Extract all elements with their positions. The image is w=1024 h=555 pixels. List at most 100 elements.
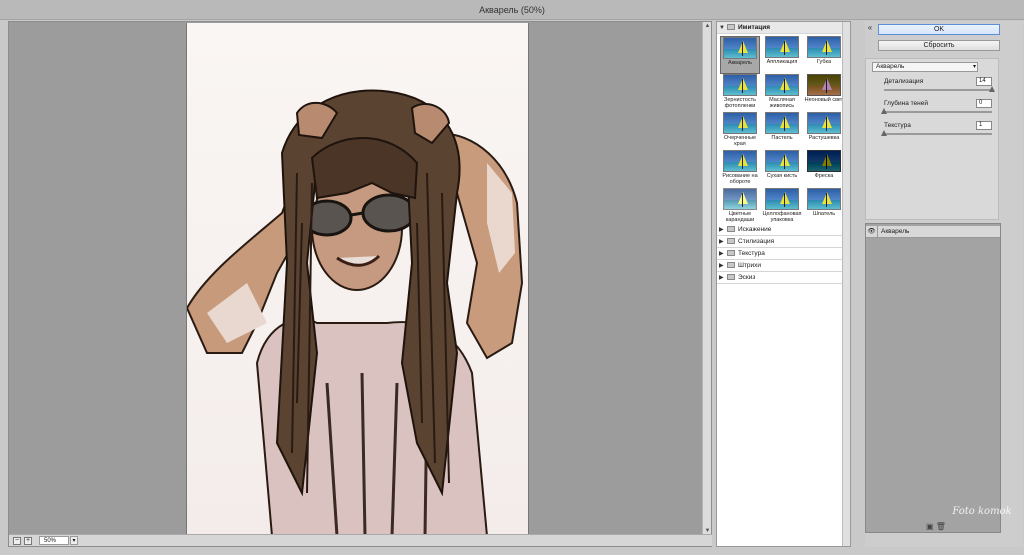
window-title: Акварель (50%) (479, 5, 545, 15)
trash-icon[interactable]: 🗑 (936, 522, 946, 531)
effect-layer-row[interactable]: 👁 Акварель (866, 226, 1000, 238)
folder-icon (727, 24, 735, 30)
filter-thumb-label: Целлофановая упаковка (762, 211, 802, 223)
filter-thumb-poster-edges[interactable]: Очерченные края (720, 112, 760, 150)
folder-icon (727, 238, 735, 244)
filter-thumbnail-image (723, 74, 757, 96)
filter-thumb-cutout[interactable]: Аппликация (762, 36, 802, 74)
collapse-gallery-icon[interactable]: « (865, 23, 875, 33)
slider-knob-icon[interactable] (881, 108, 887, 114)
filter-select-value: Акварель (876, 63, 905, 70)
expand-right-icon: ▶ (719, 251, 724, 257)
filter-thumb-colored-pencil[interactable]: Цветные карандаши (720, 188, 760, 226)
filter-thumb-label: Зернистость фотопленки (724, 97, 756, 109)
filter-thumb-rough-pastels[interactable]: Пастель (762, 112, 802, 150)
filter-thumb-underpainting[interactable]: Рисование на обороте (720, 150, 760, 188)
window-title-bar: Акварель (50%) (0, 0, 1024, 20)
scroll-up-arrow-icon[interactable]: ▲ (704, 22, 711, 30)
expand-right-icon: ▶ (719, 239, 724, 245)
filter-thumbnail-image (765, 188, 799, 210)
zoom-bar: − + 50% ▾ (9, 534, 712, 546)
category-label: Эскиз (738, 274, 756, 281)
category-sketch[interactable]: ▶ Эскиз (717, 272, 843, 284)
param-slider-track[interactable] (884, 133, 992, 135)
zoom-out-button[interactable]: − (13, 537, 21, 545)
category-stylize[interactable]: ▶ Стилизация (717, 236, 843, 248)
category-label: Стилизация (738, 238, 775, 245)
expand-right-icon: ▶ (719, 275, 724, 281)
filter-thumbnail-image (807, 74, 841, 96)
folder-icon (727, 262, 735, 268)
param-slider-track[interactable] (884, 89, 992, 91)
category-artistic[interactable]: ▼ Имитация (717, 22, 843, 34)
eye-icon[interactable]: 👁 (866, 226, 878, 238)
expand-right-icon: ▶ (719, 227, 724, 233)
filter-thumb-label: Губка (816, 59, 832, 65)
filter-thumb-sponge[interactable]: Губка (804, 36, 844, 74)
param-shadow-intensity: Глубина теней 0 (881, 99, 992, 120)
filter-thumbnail-image (723, 188, 757, 210)
effect-layers: 👁 Акварель ▣ 🗑 (865, 223, 1001, 533)
filter-select[interactable]: Акварель ▾ (872, 62, 978, 72)
folder-icon (727, 250, 735, 256)
filter-thumb-film-grain[interactable]: Зернистость фотопленки (720, 74, 760, 112)
filter-thumb-label: Фреска (814, 173, 834, 179)
filter-thumb-label: Пастель (771, 135, 793, 141)
watercolor-portrait-illustration (187, 23, 528, 536)
filter-thumb-label: Растушевка (808, 135, 840, 141)
category-distort[interactable]: ▶ Искажение (717, 224, 843, 236)
category-label: Имитация (738, 24, 771, 31)
filter-thumb-watercolor[interactable]: Акварель (720, 36, 760, 74)
new-layer-icon[interactable]: ▣ (926, 522, 934, 531)
param-value-input[interactable]: 1 (976, 121, 992, 130)
filter-thumb-label: Очерченные края (723, 135, 757, 147)
filter-thumb-label: Акварель (727, 60, 752, 66)
filter-thumb-label: Рисование на обороте (722, 173, 758, 185)
filter-thumb-palette-knife[interactable]: Шпатель (804, 188, 844, 226)
param-texture: Текстура 1 (881, 121, 992, 142)
ok-button[interactable]: OK (878, 24, 1000, 35)
expand-down-icon: ▼ (719, 25, 725, 31)
preview-image[interactable] (186, 23, 529, 536)
filter-thumb-label: Шпатель (812, 211, 836, 217)
category-label: Штрихи (738, 262, 762, 269)
zoom-dropdown-arrow-icon[interactable]: ▾ (70, 536, 78, 545)
watermark-logo: Foto komok (952, 506, 1012, 517)
filter-thumbnail-image (723, 150, 757, 172)
effect-layer-name: Акварель (881, 228, 910, 235)
filter-thumb-smudge-stick[interactable]: Растушевка (804, 112, 844, 150)
chevron-down-icon: ▾ (972, 64, 976, 70)
filter-thumb-label: Аппликация (766, 59, 798, 65)
filter-thumb-label: Сухая кисть (766, 173, 798, 179)
reset-button[interactable]: Сбросить (878, 40, 1000, 51)
filter-thumb-paint-daubs[interactable]: Масляная живопись (762, 74, 802, 112)
param-slider-track[interactable] (884, 111, 992, 113)
preview-vertical-scrollbar[interactable]: ▲ ▼ (702, 22, 711, 535)
param-value-input[interactable]: 0 (976, 99, 992, 108)
filter-thumbnail-image (723, 37, 757, 59)
param-label: Глубина теней (884, 100, 928, 107)
filter-thumbnail-image (765, 150, 799, 172)
filter-thumbnail-image (807, 150, 841, 172)
param-brush-detail: Детализация 14 (884, 77, 995, 98)
zoom-in-button[interactable]: + (24, 537, 32, 545)
filter-thumb-neon-glow[interactable]: Неоновый свет (804, 74, 844, 112)
expand-right-icon: ▶ (719, 263, 724, 269)
param-value-input[interactable]: 14 (976, 77, 992, 86)
preview-area[interactable]: ▲ ▼ − + 50% ▾ (8, 21, 712, 547)
folder-icon (727, 274, 735, 280)
filter-thumb-dry-brush[interactable]: Сухая кисть (762, 150, 802, 188)
slider-knob-icon[interactable] (989, 86, 995, 92)
filter-thumbnail-image (807, 112, 841, 134)
gallery-scrollbar[interactable] (842, 22, 850, 546)
filter-thumbnail-image (765, 36, 799, 58)
filter-thumb-label: Масляная живопись (769, 97, 795, 109)
filter-thumbnail-image (723, 112, 757, 134)
zoom-level-field[interactable]: 50% (39, 536, 69, 545)
category-brush-strokes[interactable]: ▶ Штрихи (717, 260, 843, 272)
filter-thumbnail-image (765, 74, 799, 96)
filter-thumb-fresco[interactable]: Фреска (804, 150, 844, 188)
category-texture[interactable]: ▶ Текстура (717, 248, 843, 260)
slider-knob-icon[interactable] (881, 130, 887, 136)
filter-thumb-plastic-wrap[interactable]: Целлофановая упаковка (762, 188, 802, 226)
